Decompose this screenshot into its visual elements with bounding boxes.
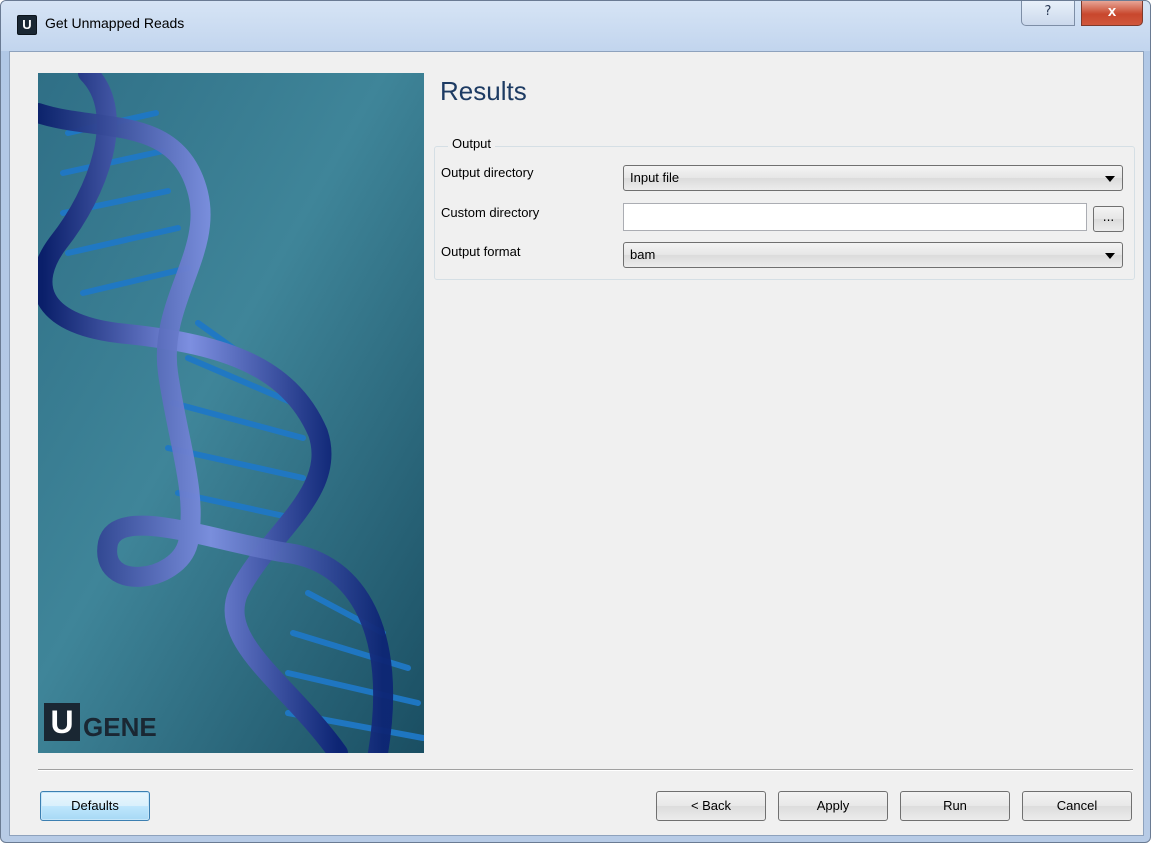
cancel-button[interactable]: Cancel [1022,791,1132,821]
close-button[interactable]: x [1081,1,1143,26]
custom-directory-input[interactable] [623,203,1087,231]
back-button[interactable]: < Back [656,791,766,821]
run-button[interactable]: Run [900,791,1010,821]
apply-button[interactable]: Apply [778,791,888,821]
output-directory-combobox[interactable]: Input file [623,165,1123,191]
output-format-label: Output format [441,244,521,259]
custom-directory-label: Custom directory [441,205,540,220]
title-bar[interactable]: U Get Unmapped Reads ? x [1,1,1150,51]
defaults-button[interactable]: Defaults [40,791,150,821]
dna-banner-image: U GENE [38,73,424,753]
output-format-combobox[interactable]: bam [623,242,1123,268]
dialog-window: U Get Unmapped Reads ? x U GENE Results … [0,0,1151,843]
ugene-logo-letter: U [44,703,80,741]
ugene-logo-text: GENE [83,712,157,742]
ugene-logo: U GENE [44,703,157,741]
output-group-label: Output [448,136,496,151]
output-directory-label: Output directory [441,165,534,180]
browse-button[interactable]: ... [1093,206,1124,232]
button-separator [38,769,1133,771]
dialog-client-area: U GENE Results Output Output directory I… [9,51,1144,836]
output-directory-value: Input file [630,170,680,185]
help-button[interactable]: ? [1021,1,1075,26]
chevron-down-icon [1105,253,1115,259]
output-format-value: bam [630,247,656,262]
ugene-app-icon: U [17,15,37,35]
chevron-down-icon [1105,176,1115,182]
window-title: Get Unmapped Reads [45,15,185,31]
page-title: Results [440,76,527,106]
